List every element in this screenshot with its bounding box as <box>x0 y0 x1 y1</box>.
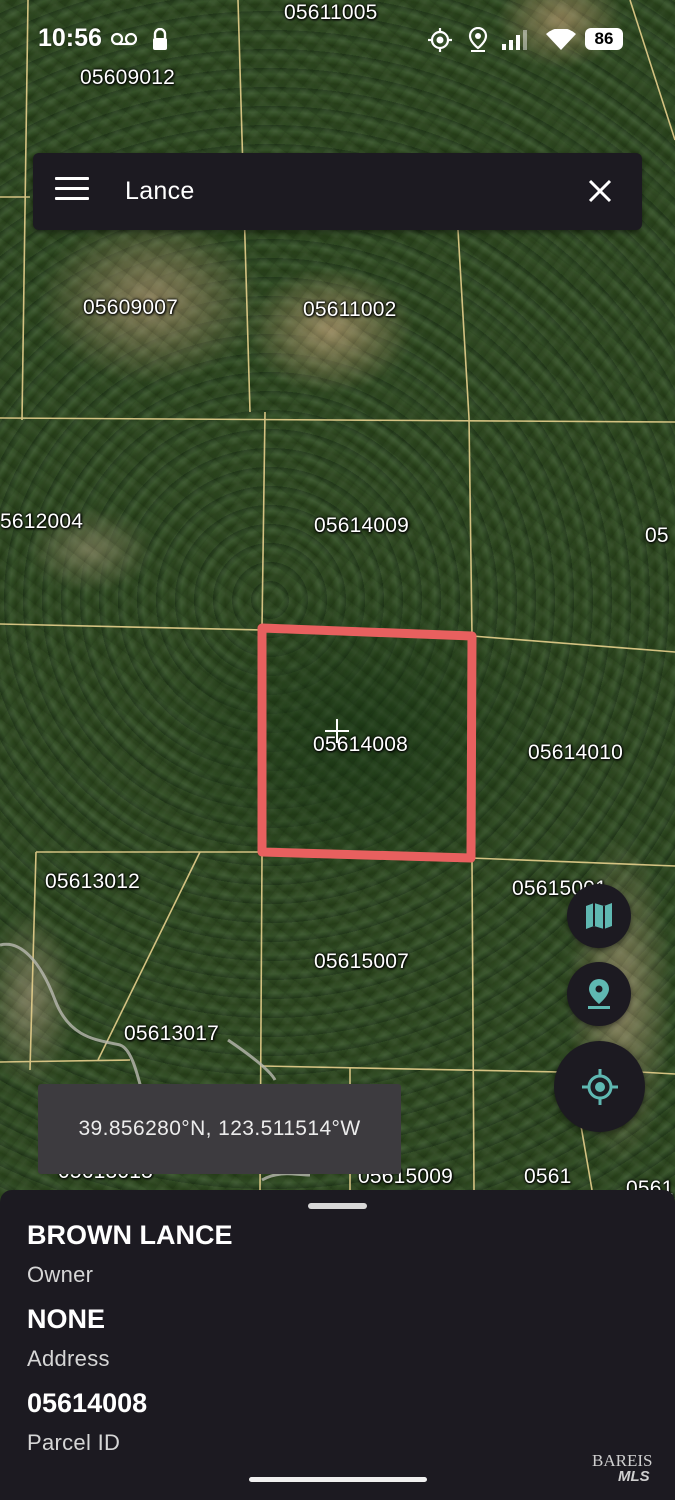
lock-icon <box>153 28 167 50</box>
menu-icon[interactable] <box>55 177 89 207</box>
voicemail-icon <box>111 32 137 46</box>
drop-pin-icon <box>588 979 610 1009</box>
map-layers-button[interactable] <box>567 884 631 948</box>
parcel-label[interactable]: 05614009 <box>314 514 409 538</box>
coordinates-toast: 39.856280°N, 123.511514°W <box>38 1084 401 1174</box>
parcel-label[interactable]: 05613017 <box>124 1022 219 1046</box>
drop-pin-button[interactable] <box>567 962 631 1026</box>
parcel-label[interactable]: 05615007 <box>314 950 409 974</box>
parcel-label[interactable]: 05611002 <box>303 298 396 322</box>
parcel-details-sheet[interactable]: BROWN LANCE Owner NONE Address 05614008 … <box>0 1190 675 1482</box>
center-crosshair-icon <box>325 719 349 743</box>
sheet-drag-handle[interactable] <box>308 1203 367 1209</box>
status-bar: 10:56 86 <box>0 0 675 80</box>
owner-label: Owner <box>27 1262 94 1287</box>
status-time: 10:56 <box>38 24 102 52</box>
parcel-id-label: Parcel ID <box>27 1430 121 1455</box>
parcel-label[interactable]: 5612004 <box>0 510 83 534</box>
search-bar[interactable]: Lance <box>33 153 642 230</box>
close-icon[interactable] <box>586 177 616 207</box>
home-indicator[interactable] <box>249 1477 427 1482</box>
parcel-label[interactable]: 05 <box>645 524 669 548</box>
owner-value: BROWN LANCE <box>27 1220 233 1250</box>
navigation-bar <box>0 1482 675 1500</box>
map-layers-icon <box>586 903 612 929</box>
location-target-icon <box>428 28 452 52</box>
parcel-label[interactable]: 0561 <box>524 1165 572 1189</box>
location-pin-icon <box>468 27 488 52</box>
parcel-label[interactable]: 05613012 <box>45 870 140 894</box>
parcel-label[interactable]: 05609007 <box>83 296 178 320</box>
parcel-id-value: 05614008 <box>27 1388 148 1418</box>
parcel-label[interactable]: 05614010 <box>528 741 623 765</box>
battery-icon: 86 <box>585 28 623 50</box>
wifi-icon <box>546 29 576 50</box>
address-label: Address <box>27 1346 110 1371</box>
bareis-mls-watermark: BAREIS MLS <box>592 1452 664 1487</box>
my-location-icon <box>581 1068 618 1105</box>
my-location-button[interactable] <box>554 1041 645 1132</box>
search-input[interactable]: Lance <box>125 177 195 206</box>
address-value: NONE <box>27 1304 106 1334</box>
signal-icon <box>502 30 527 50</box>
watermark-line2: MLS <box>618 1468 650 1485</box>
